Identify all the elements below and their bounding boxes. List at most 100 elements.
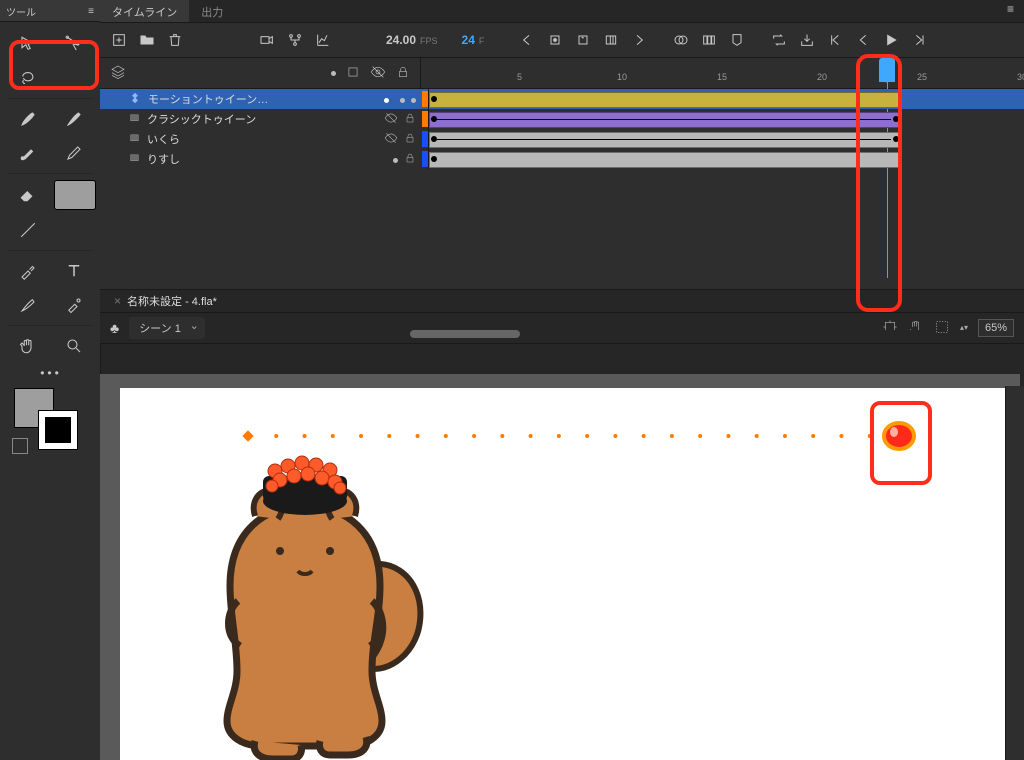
tab-output[interactable]: 出力 bbox=[189, 0, 235, 22]
layer-lock-toggle[interactable] bbox=[404, 152, 416, 167]
new-folder-icon[interactable] bbox=[138, 31, 156, 49]
eyedropper-tool[interactable] bbox=[8, 257, 48, 285]
panel-menu-icon[interactable]: ≡ bbox=[88, 6, 94, 17]
layer-lock-toggle[interactable] bbox=[411, 92, 416, 106]
layer-color-chip[interactable] bbox=[422, 111, 428, 127]
lasso-tool[interactable] bbox=[8, 64, 48, 92]
tab-timeline[interactable]: タイムライン bbox=[100, 0, 189, 22]
layer-outline-toggle[interactable] bbox=[400, 92, 405, 106]
timeline-ruler[interactable]: 51015202530 bbox=[421, 58, 1024, 88]
insert-blank-keyframe-icon[interactable] bbox=[574, 31, 592, 49]
tween-end-marker[interactable] bbox=[882, 419, 916, 453]
play-icon[interactable] bbox=[882, 31, 900, 49]
layer-track[interactable] bbox=[429, 149, 1024, 169]
scene-dropdown[interactable]: シーン 1 bbox=[129, 317, 205, 339]
layer-row[interactable]: いくら bbox=[100, 129, 1024, 149]
text-tool[interactable] bbox=[54, 257, 94, 285]
eraser-tool[interactable] bbox=[8, 180, 48, 208]
scene-bar: ♣ シーン 1 ▴▾ 65% bbox=[100, 313, 1024, 344]
ink-bottle-tool[interactable] bbox=[8, 291, 48, 319]
layer-outline-toggle[interactable] bbox=[384, 111, 398, 128]
layer-visibility-toggle[interactable] bbox=[378, 92, 394, 106]
graph-icon[interactable] bbox=[314, 31, 332, 49]
fit-stage-icon[interactable] bbox=[934, 319, 950, 338]
outline-column-icon[interactable] bbox=[346, 65, 360, 82]
lock-column-icon[interactable] bbox=[396, 65, 410, 82]
layer-name[interactable]: クラシックトゥイーン bbox=[147, 111, 356, 127]
layer-name[interactable]: りすし bbox=[147, 151, 365, 167]
edit-multiple-frames-icon[interactable] bbox=[700, 31, 718, 49]
timeline-scrollbar[interactable] bbox=[410, 330, 924, 338]
scene-icon: ♣ bbox=[110, 320, 119, 336]
close-document-icon[interactable]: × bbox=[114, 294, 121, 308]
layer-color-chip[interactable] bbox=[422, 151, 428, 167]
export-icon[interactable] bbox=[798, 31, 816, 49]
layers-stack-icon[interactable] bbox=[110, 64, 126, 83]
camera-icon[interactable] bbox=[258, 31, 276, 49]
zoom-stepper-icon[interactable]: ▴▾ bbox=[960, 325, 968, 331]
layer-type-icon bbox=[128, 91, 142, 108]
layer-parenting-icon[interactable] bbox=[286, 31, 304, 49]
layer-track[interactable] bbox=[429, 129, 1024, 149]
loop-icon[interactable] bbox=[770, 31, 788, 49]
layer-lock-toggle[interactable] bbox=[404, 132, 416, 147]
prev-frame-icon[interactable] bbox=[854, 31, 872, 49]
scrollbar-thumb[interactable] bbox=[410, 330, 520, 338]
paint-bucket-dropper-tool[interactable] bbox=[54, 291, 94, 319]
layer-outline-toggle[interactable] bbox=[384, 131, 398, 148]
more-tools-icon[interactable]: ••• bbox=[8, 366, 94, 380]
insert-keyframe-icon[interactable] bbox=[546, 31, 564, 49]
visibility-column-icon[interactable] bbox=[370, 64, 386, 83]
marker-icon[interactable] bbox=[728, 31, 746, 49]
zoom-tool[interactable] bbox=[54, 332, 94, 360]
rectangle-tool[interactable] bbox=[54, 180, 96, 210]
first-frame-icon[interactable] bbox=[826, 31, 844, 49]
stage-artwork[interactable] bbox=[160, 406, 460, 760]
frame-unit: F bbox=[479, 36, 485, 46]
highlight-layer-dot[interactable] bbox=[331, 71, 336, 76]
layer-color-chip[interactable] bbox=[422, 91, 428, 107]
next-keyframe-icon[interactable] bbox=[630, 31, 648, 49]
pencil-tool[interactable] bbox=[54, 139, 94, 167]
delete-layer-icon[interactable] bbox=[166, 31, 184, 49]
tool-separator bbox=[8, 173, 94, 174]
layer-outline-toggle[interactable] bbox=[393, 152, 398, 166]
layer-color-chip[interactable] bbox=[422, 131, 428, 147]
zoom-level[interactable]: 65% bbox=[978, 319, 1014, 337]
paint-brush-tool[interactable] bbox=[8, 139, 48, 167]
layer-row[interactable]: りすし bbox=[100, 149, 1024, 169]
brush-tool[interactable] bbox=[8, 105, 48, 133]
selection-tool[interactable] bbox=[8, 30, 48, 58]
ruler-tick: 15 bbox=[717, 72, 727, 82]
tool-separator bbox=[8, 325, 94, 326]
layer-lock-toggle[interactable] bbox=[404, 112, 416, 127]
stroke-color-swatch[interactable] bbox=[38, 410, 78, 450]
insert-frame-icon[interactable] bbox=[602, 31, 620, 49]
new-layer-icon[interactable] bbox=[110, 31, 128, 49]
layer-name[interactable]: いくら bbox=[147, 131, 356, 147]
timeline-layers: モーショントゥイーン… クラシックトゥイーンいくらりすし bbox=[100, 89, 1024, 289]
line-tool[interactable] bbox=[8, 216, 48, 244]
fps-display[interactable]: 24.00 FPS bbox=[386, 33, 438, 47]
panel-menu-icon[interactable]: ≡ bbox=[999, 0, 1024, 22]
layer-name[interactable]: モーショントゥイーン… bbox=[148, 91, 372, 107]
layer-track[interactable] bbox=[429, 109, 1024, 129]
stage-vertical-scrollbar[interactable] bbox=[1005, 386, 1024, 760]
current-frame-display[interactable]: 24 F bbox=[462, 33, 485, 47]
document-filename[interactable]: 名称未設定 - 4.fla* bbox=[127, 293, 217, 309]
fluid-brush-tool[interactable] bbox=[54, 105, 94, 133]
tool-separator bbox=[8, 98, 94, 99]
free-transform-tool[interactable] bbox=[54, 30, 94, 58]
layer-row[interactable]: クラシックトゥイーン bbox=[100, 109, 1024, 129]
next-frame-icon[interactable] bbox=[910, 31, 928, 49]
app-root: ツール ≡ ••• bbox=[0, 0, 1024, 760]
swap-colors-icon[interactable] bbox=[12, 438, 28, 454]
layer-track[interactable] bbox=[429, 89, 1024, 109]
color-swatches[interactable] bbox=[8, 386, 94, 446]
layer-row[interactable]: モーショントゥイーン… bbox=[100, 89, 1024, 109]
hand-tool[interactable] bbox=[8, 332, 48, 360]
prev-keyframe-icon[interactable] bbox=[518, 31, 536, 49]
tool-separator bbox=[8, 250, 94, 251]
stage-canvas[interactable] bbox=[120, 388, 1006, 760]
onion-skin-icon[interactable] bbox=[672, 31, 690, 49]
